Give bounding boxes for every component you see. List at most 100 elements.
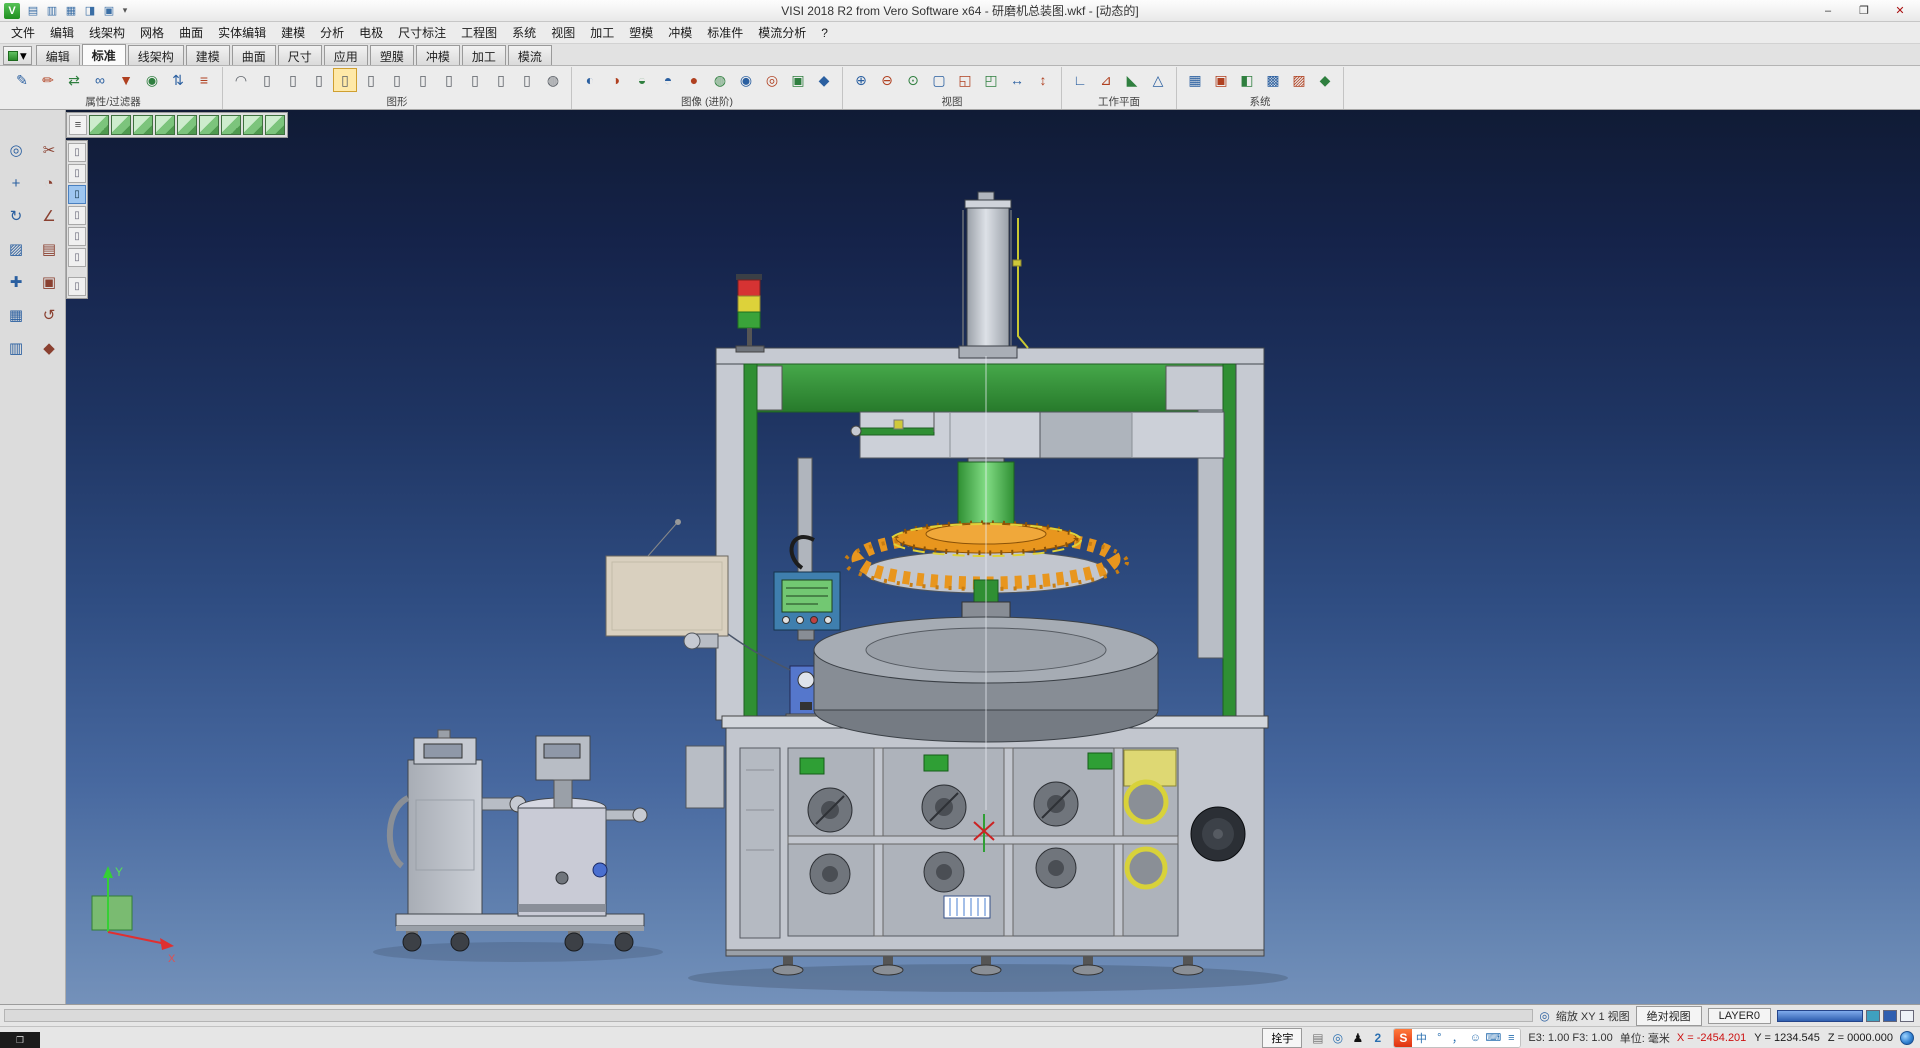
menu-item[interactable]: 编辑 bbox=[43, 22, 81, 43]
ribbon-icon[interactable]: ◐ bbox=[578, 68, 602, 92]
ribbon-tab[interactable]: 曲面 bbox=[232, 45, 276, 65]
view-cube-icon[interactable] bbox=[89, 115, 109, 135]
restore-button[interactable]: ❐ bbox=[1846, 1, 1882, 21]
ribbon-icon[interactable]: ⊕ bbox=[849, 68, 873, 92]
ribbon-icon[interactable]: ▦ bbox=[1183, 68, 1207, 92]
absolute-view-button[interactable]: 绝对视图 bbox=[1636, 1006, 1702, 1026]
machine-cabinet[interactable] bbox=[686, 716, 1268, 956]
menu-item[interactable]: 塑模 bbox=[622, 22, 660, 43]
left-tool-icon[interactable]: ∠ bbox=[35, 202, 63, 230]
menu-item[interactable]: 加工 bbox=[583, 22, 621, 43]
menu-item[interactable]: 网格 bbox=[133, 22, 171, 43]
ribbon-icon[interactable]: ◍ bbox=[708, 68, 732, 92]
menu-item[interactable]: 尺寸标注 bbox=[391, 22, 453, 43]
left-tool-icon[interactable]: ◔ bbox=[35, 169, 63, 197]
quick-access-icon[interactable]: ◨ bbox=[81, 2, 99, 20]
ribbon-icon[interactable]: ▯ bbox=[489, 68, 513, 92]
ribbon-icon[interactable]: ◰ bbox=[979, 68, 1003, 92]
view-cube-icon[interactable] bbox=[111, 115, 131, 135]
view-cube-icon[interactable] bbox=[177, 115, 197, 135]
ribbon-icon[interactable]: ▯ bbox=[307, 68, 331, 92]
ribbon-icon[interactable]: ◧ bbox=[1235, 68, 1259, 92]
ribbon-icon[interactable]: ∟ bbox=[1068, 68, 1092, 92]
ribbon-tab[interactable]: 编辑 bbox=[36, 45, 80, 65]
menu-item[interactable]: 建模 bbox=[274, 22, 312, 43]
ribbon-icon[interactable]: ⊿ bbox=[1094, 68, 1118, 92]
taskbar-fragment[interactable]: ❐ bbox=[0, 1032, 40, 1048]
ribbon-icon[interactable]: ▩ bbox=[1261, 68, 1285, 92]
ribbon-icon[interactable]: ◱ bbox=[953, 68, 977, 92]
left-tool-icon[interactable]: ◎ bbox=[2, 136, 30, 164]
mini-view-icon[interactable]: ▯ bbox=[68, 277, 86, 296]
ribbon-icon[interactable]: △ bbox=[1146, 68, 1170, 92]
menu-item[interactable]: 工程图 bbox=[454, 22, 504, 43]
menu-item[interactable]: 电极 bbox=[352, 22, 390, 43]
ime-icon[interactable]: 中 bbox=[1412, 1029, 1430, 1047]
menu-item[interactable]: 文件 bbox=[4, 22, 42, 43]
ribbon-icon[interactable]: ⊙ bbox=[901, 68, 925, 92]
menu-item[interactable]: 视图 bbox=[544, 22, 582, 43]
horizontal-scrollbar[interactable] bbox=[4, 1009, 1533, 1022]
mini-view-icon[interactable]: ▯ bbox=[68, 248, 86, 267]
ribbon-icon[interactable]: ● bbox=[682, 68, 706, 92]
ribbon-icon[interactable]: ▯ bbox=[333, 68, 357, 92]
ribbon-icon[interactable]: ◒ bbox=[630, 68, 654, 92]
ribbon-icon[interactable]: ▣ bbox=[1209, 68, 1233, 92]
slurry-trolley[interactable] bbox=[390, 730, 647, 951]
left-tool-icon[interactable]: ▨ bbox=[2, 235, 30, 263]
cad-model-grinding-machine[interactable]: Y X bbox=[88, 110, 1920, 1004]
view-cube-icon[interactable] bbox=[133, 115, 153, 135]
menu-item[interactable]: 冲模 bbox=[661, 22, 699, 43]
menu-item[interactable]: 曲面 bbox=[172, 22, 210, 43]
ribbon-icon[interactable]: ▯ bbox=[359, 68, 383, 92]
mini-view-icon[interactable]: ▯ bbox=[68, 164, 86, 183]
ribbon-icon[interactable]: ◆ bbox=[1313, 68, 1337, 92]
ribbon-icon[interactable]: ⊖ bbox=[875, 68, 899, 92]
ribbon-icon[interactable]: ▯ bbox=[281, 68, 305, 92]
menu-item[interactable]: 线架构 bbox=[82, 22, 132, 43]
ribbon-icon[interactable]: ◣ bbox=[1120, 68, 1144, 92]
ribbon-icon[interactable]: ◍ bbox=[541, 68, 565, 92]
left-tool-icon[interactable]: ✂ bbox=[35, 136, 63, 164]
mini-view-icon[interactable]: ▯ bbox=[68, 227, 86, 246]
left-tool-icon[interactable]: + bbox=[2, 169, 30, 197]
color-chip-blue[interactable] bbox=[1883, 1010, 1897, 1022]
ribbon-icon[interactable]: ▨ bbox=[1287, 68, 1311, 92]
tray-icon[interactable]: ▤ bbox=[1309, 1029, 1326, 1046]
ribbon-icon[interactable]: ▯ bbox=[385, 68, 409, 92]
ribbon-icon[interactable]: ▯ bbox=[255, 68, 279, 92]
ribbon-tab[interactable]: 冲模 bbox=[416, 45, 460, 65]
3d-viewport[interactable]: ≡ ▯▯▯▯▯▯▯ bbox=[66, 110, 1920, 1004]
left-tool-icon[interactable]: ▦ bbox=[2, 301, 30, 329]
mini-view-icon[interactable]: ▯ bbox=[68, 143, 86, 162]
left-tool-icon[interactable]: ✚ bbox=[2, 268, 30, 296]
color-chip-light[interactable] bbox=[1900, 1010, 1914, 1022]
menu-item[interactable]: ? bbox=[814, 24, 835, 42]
side-attachment-box[interactable] bbox=[606, 519, 790, 670]
ribbon-tab[interactable]: 塑膜 bbox=[370, 45, 414, 65]
view-cube-icon[interactable] bbox=[199, 115, 219, 135]
layer-color-bar[interactable] bbox=[1777, 1010, 1863, 1022]
toolbar-config-dropdown[interactable]: ▾ bbox=[3, 46, 32, 65]
toolbar-overflow-chevron-icon[interactable]: ▾ bbox=[118, 2, 132, 20]
ime-icon[interactable]: ， bbox=[1448, 1029, 1466, 1047]
quick-access-icon[interactable]: ▦ bbox=[62, 2, 80, 20]
tray-icon[interactable]: ♟ bbox=[1349, 1029, 1366, 1046]
view-cube-icon[interactable] bbox=[265, 115, 285, 135]
view-cube-icon[interactable] bbox=[155, 115, 175, 135]
ribbon-icon[interactable]: ▯ bbox=[411, 68, 435, 92]
ribbon-icon[interactable]: ◎ bbox=[760, 68, 784, 92]
snap-toggle-button[interactable]: 拴宇 bbox=[1262, 1028, 1302, 1048]
ribbon-icon[interactable]: ◓ bbox=[656, 68, 680, 92]
left-tool-icon[interactable]: ▤ bbox=[35, 235, 63, 263]
tray-icon[interactable]: ◎ bbox=[1329, 1029, 1346, 1046]
left-tool-icon[interactable]: ↻ bbox=[2, 202, 30, 230]
ribbon-icon[interactable]: ◉ bbox=[140, 68, 164, 92]
ribbon-icon[interactable]: ↔ bbox=[1005, 68, 1029, 92]
left-tool-icon[interactable]: ▣ bbox=[35, 268, 63, 296]
ime-globe-icon[interactable] bbox=[1900, 1031, 1914, 1045]
ribbon-icon[interactable]: ⇅ bbox=[166, 68, 190, 92]
view-cube-icon[interactable] bbox=[221, 115, 241, 135]
ribbon-tab[interactable]: 建模 bbox=[186, 45, 230, 65]
ribbon-icon[interactable]: ◠ bbox=[229, 68, 253, 92]
